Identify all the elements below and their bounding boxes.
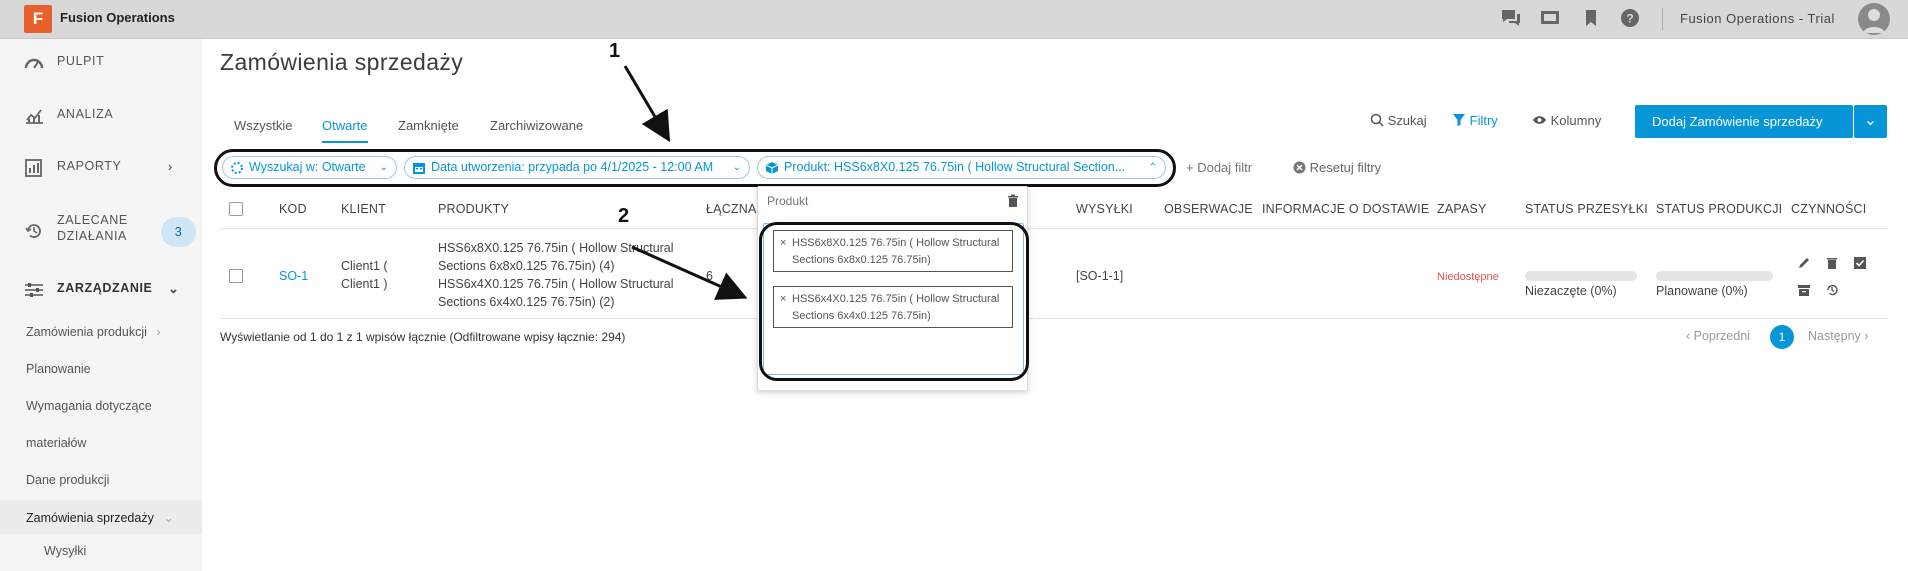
annotation-arrows <box>623 65 748 300</box>
arrow-2 <box>631 245 748 300</box>
arrow-1 <box>623 65 671 143</box>
